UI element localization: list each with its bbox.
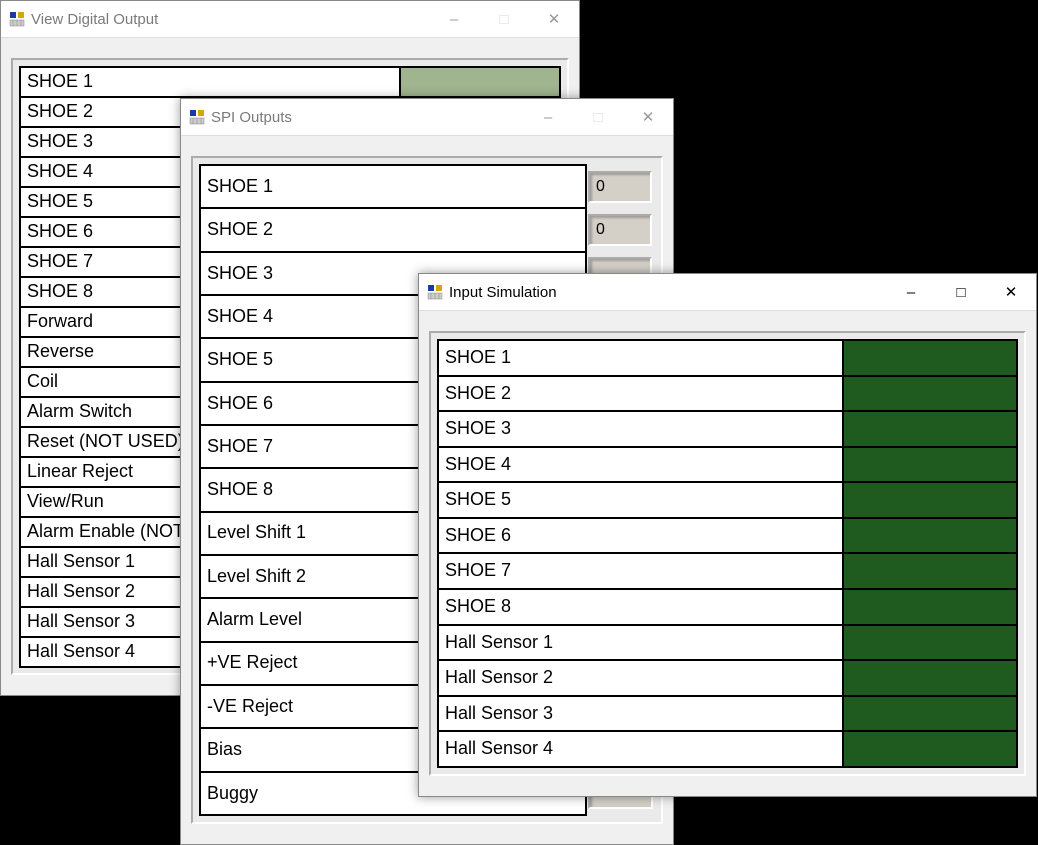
table-row: SHOE 1 <box>438 340 1017 376</box>
input-label: Hall Sensor 3 <box>438 696 843 732</box>
close-button[interactable]: ✕ <box>623 99 673 135</box>
table-row: SHOE 3 <box>438 411 1017 447</box>
input-label: SHOE 1 <box>438 340 843 376</box>
spi-value-cell: 0 <box>586 165 654 208</box>
window-title: Input Simulation <box>449 284 565 301</box>
input-label: Hall Sensor 2 <box>438 660 843 696</box>
input-simulation-panel: SHOE 1SHOE 2SHOE 3SHOE 4SHOE 5SHOE 6SHOE… <box>429 331 1026 776</box>
input-label: SHOE 8 <box>438 589 843 625</box>
table-row: Hall Sensor 3 <box>438 696 1017 732</box>
output-label: SHOE 1 <box>20 67 400 97</box>
input-indicator[interactable] <box>843 625 1017 661</box>
input-indicator[interactable] <box>843 447 1017 483</box>
spi-value-cell: 0 <box>586 208 654 251</box>
maximize-button[interactable]: □ <box>936 274 986 310</box>
input-indicator[interactable] <box>843 589 1017 625</box>
input-indicator[interactable] <box>843 340 1017 376</box>
maximize-button[interactable]: □ <box>479 1 529 37</box>
input-label: SHOE 2 <box>438 376 843 412</box>
input-label: SHOE 4 <box>438 447 843 483</box>
titlebar[interactable]: View Digital Output – □ ✕ <box>1 1 579 38</box>
app-icon <box>189 109 205 125</box>
input-indicator[interactable] <box>843 660 1017 696</box>
input-label: SHOE 6 <box>438 518 843 554</box>
titlebar[interactable]: Input Simulation – □ ✕ <box>419 274 1036 311</box>
table-row: Hall Sensor 4 <box>438 731 1017 767</box>
table-row: SHOE 20 <box>200 208 654 251</box>
spi-value-input[interactable]: 0 <box>588 214 652 246</box>
table-row: SHOE 6 <box>438 518 1017 554</box>
output-indicator[interactable] <box>400 67 560 97</box>
table-row: SHOE 10 <box>200 165 654 208</box>
table-row: SHOE 5 <box>438 482 1017 518</box>
table-row: Hall Sensor 1 <box>438 625 1017 661</box>
input-indicator[interactable] <box>843 482 1017 518</box>
close-button[interactable]: ✕ <box>986 274 1036 310</box>
titlebar[interactable]: SPI Outputs – □ ✕ <box>181 99 673 136</box>
table-row: SHOE 1 <box>20 67 560 97</box>
input-label: Hall Sensor 1 <box>438 625 843 661</box>
table-row: SHOE 4 <box>438 447 1017 483</box>
window-title: View Digital Output <box>31 11 166 28</box>
window-input-simulation: Input Simulation – □ ✕ SHOE 1SHOE 2SHOE … <box>418 273 1037 797</box>
input-indicator[interactable] <box>843 731 1017 767</box>
app-icon <box>427 284 443 300</box>
input-indicator[interactable] <box>843 553 1017 589</box>
spi-label: SHOE 1 <box>200 165 586 208</box>
input-label: SHOE 3 <box>438 411 843 447</box>
table-row: Hall Sensor 2 <box>438 660 1017 696</box>
spi-label: SHOE 2 <box>200 208 586 251</box>
input-indicator[interactable] <box>843 696 1017 732</box>
input-indicator[interactable] <box>843 411 1017 447</box>
close-button[interactable]: ✕ <box>529 1 579 37</box>
minimize-button[interactable]: – <box>886 274 936 310</box>
minimize-button[interactable]: – <box>429 1 479 37</box>
maximize-button[interactable]: □ <box>573 99 623 135</box>
input-indicator[interactable] <box>843 376 1017 412</box>
input-label: SHOE 5 <box>438 482 843 518</box>
app-icon <box>9 11 25 27</box>
minimize-button[interactable]: – <box>523 99 573 135</box>
table-row: SHOE 2 <box>438 376 1017 412</box>
input-label: Hall Sensor 4 <box>438 731 843 767</box>
window-title: SPI Outputs <box>211 109 300 126</box>
input-indicator[interactable] <box>843 518 1017 554</box>
table-row: SHOE 8 <box>438 589 1017 625</box>
spi-value-input[interactable]: 0 <box>588 171 652 203</box>
table-row: SHOE 7 <box>438 553 1017 589</box>
input-label: SHOE 7 <box>438 553 843 589</box>
